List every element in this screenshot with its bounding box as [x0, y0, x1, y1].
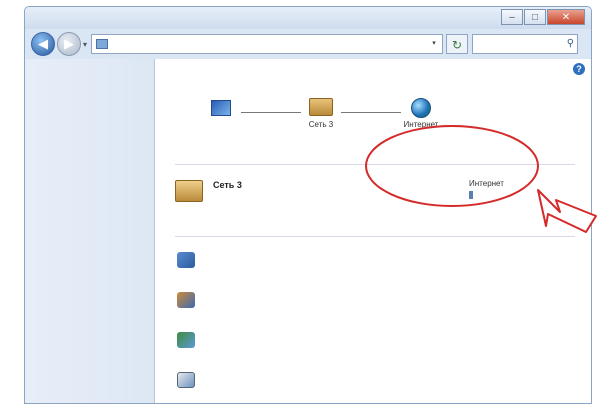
access-type-value: Интернет: [469, 179, 504, 188]
computer-name: [171, 120, 271, 130]
minimize-button[interactable]: –: [501, 9, 523, 25]
task-link[interactable]: [205, 330, 575, 340]
sidebar-item-sharing-settings[interactable]: [33, 111, 146, 122]
task-description: [205, 340, 575, 360]
recent-pages-dropdown-icon[interactable]: ▾: [83, 40, 87, 49]
help-icon[interactable]: ?: [573, 63, 585, 75]
sidebar: [25, 59, 155, 403]
task-link[interactable]: [205, 370, 575, 380]
main-panel: ? Сеть 3 Интернет Сеть 3 Интернет: [155, 59, 591, 403]
back-button[interactable]: ◀: [31, 32, 55, 56]
window-controls: – □ ✕: [500, 9, 585, 25]
forward-button[interactable]: ▶: [57, 32, 81, 56]
task-description: [205, 300, 575, 320]
sidebar-item-homegroup[interactable]: [33, 348, 148, 359]
search-icon[interactable]: ⚲: [567, 35, 574, 53]
page-title: [171, 73, 575, 88]
access-type-label: [407, 178, 469, 189]
task-link[interactable]: [205, 290, 575, 300]
active-networks-header: [171, 158, 575, 170]
network-setup-icon: [177, 252, 195, 268]
network-bench-icon: [309, 98, 333, 116]
map-node-internet: Интернет: [371, 98, 471, 130]
task-description: [205, 260, 575, 280]
troubleshoot-icon: [177, 372, 195, 388]
task-list: [171, 250, 575, 400]
network-name: Сеть 3: [213, 180, 242, 190]
task-link[interactable]: [205, 250, 575, 260]
divider: [171, 236, 575, 237]
task-item: [171, 290, 575, 320]
map-node-computer: [171, 98, 271, 140]
search-input[interactable]: ⚲: [472, 34, 579, 54]
see-also-heading: [33, 319, 148, 329]
navigation-bar: ◀ ▶ ▾ ▾ ↻ ⚲: [25, 29, 591, 59]
active-network-row: Сеть 3 Интернет: [171, 174, 575, 226]
network-map-label: Сеть 3: [308, 120, 334, 129]
network-type-link[interactable]: [213, 192, 273, 202]
change-settings-title: [171, 230, 175, 239]
task-item: [171, 370, 575, 400]
task-description: [205, 380, 575, 400]
sidebar-item-control-panel-home[interactable]: [33, 69, 146, 80]
address-dropdown-icon[interactable]: ▾: [426, 35, 442, 53]
address-bar[interactable]: ▾: [91, 34, 444, 54]
task-item: [171, 330, 575, 360]
network-properties: Интернет: [407, 178, 587, 211]
explorer-window: – □ ✕ ◀ ▶ ▾ ▾ ↻ ⚲ ? Сеть 3 Интернет Сеть…: [24, 6, 592, 404]
change-settings-header: [171, 230, 575, 242]
computer-subtitle: [171, 130, 271, 140]
connection-icon: [469, 191, 473, 199]
sidebar-item-firewall[interactable]: [33, 333, 148, 344]
network-map: Сеть 3 Интернет: [171, 98, 575, 154]
maximize-button[interactable]: □: [524, 9, 546, 25]
homegroup-icon: [177, 332, 195, 348]
title-bar[interactable]: – □ ✕: [25, 7, 591, 29]
content-area: ? Сеть 3 Интернет Сеть 3 Интернет: [25, 59, 591, 403]
connections-label: [407, 189, 469, 211]
close-button[interactable]: ✕: [547, 9, 585, 25]
internet-globe-icon: [411, 98, 431, 118]
divider: [171, 164, 575, 165]
sidebar-item-internet-options[interactable]: [33, 363, 148, 374]
connect-network-icon: [177, 292, 195, 308]
network-bench-icon: [175, 180, 203, 202]
map-node-network: Сеть 3: [271, 98, 371, 130]
connection-link[interactable]: [469, 189, 477, 211]
sidebar-item-adapter-settings[interactable]: [33, 90, 146, 101]
see-also-section: [33, 319, 148, 393]
refresh-button[interactable]: ↻: [446, 34, 469, 54]
control-panel-icon: [96, 39, 109, 49]
sidebar-item-mobility[interactable]: [33, 378, 148, 389]
computer-icon: [211, 100, 231, 116]
internet-map-label: Интернет: [403, 120, 439, 129]
active-networks-title: [171, 158, 175, 167]
task-item: [171, 250, 575, 280]
